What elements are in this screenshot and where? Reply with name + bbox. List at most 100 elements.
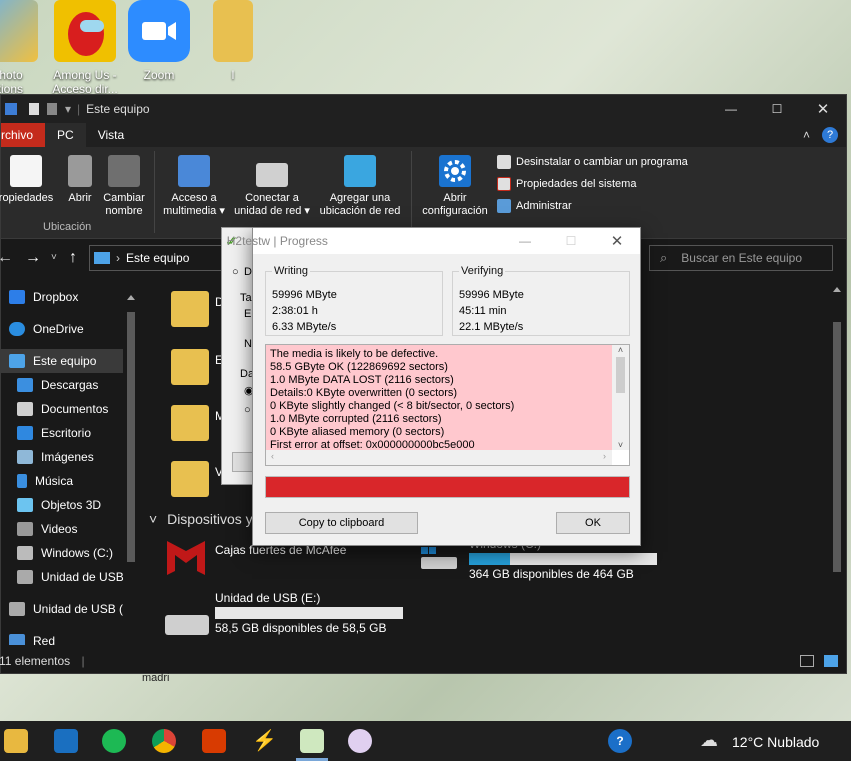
content-scroll-thumb[interactable] — [833, 322, 841, 572]
desktop-icon-zoom[interactable]: Zoom — [122, 0, 196, 82]
item-count: 11 elementos — [0, 654, 71, 668]
copy-to-clipboard-button[interactable]: Copy to clipboard — [265, 512, 418, 534]
windows-drive-usage-bar — [469, 553, 657, 565]
open-button[interactable]: Abrir — [63, 155, 97, 205]
desktop-icon-among-us[interactable]: Among Us - Acceso dir... — [48, 0, 122, 96]
window-title: Este equipo — [86, 102, 150, 116]
search-input[interactable]: ⌕ Buscar en Este equipo — [649, 245, 833, 271]
writing-panel: Writing 59996 MByte 2:38:01 h 6.33 MByte… — [265, 265, 443, 336]
collapse-ribbon-icon[interactable]: ˄ — [803, 128, 810, 142]
log-scroll-thumb[interactable] — [616, 357, 625, 393]
manage-button[interactable]: Administrar — [497, 199, 572, 213]
folder-videos-icon[interactable] — [171, 461, 209, 497]
chevron-down-icon: ˅ — [149, 511, 158, 527]
sidebar-scrollbar[interactable] — [123, 291, 139, 641]
sidebar-item-usb-e[interactable]: Unidad de USB (E: — [1, 597, 139, 621]
sidebar-item-documentos[interactable]: Documentos — [1, 397, 139, 421]
folder-descargas-icon[interactable] — [171, 291, 209, 327]
sidebar-item-musica[interactable]: Música — [1, 469, 139, 493]
help-tips-icon[interactable]: ? — [608, 729, 632, 753]
scroll-down-icon[interactable]: ˅ — [612, 440, 629, 450]
spotify-icon[interactable] — [102, 729, 126, 753]
tab-pc[interactable]: PC — [45, 123, 86, 147]
sidebar-scroll-thumb[interactable] — [127, 312, 135, 562]
system-properties-button[interactable]: Propiedades del sistema — [497, 177, 636, 191]
ribbon: ropiedades Abrir Cambiar nombre Acceso a… — [0, 147, 846, 239]
breadcrumb-chevron-icon: › — [116, 251, 120, 265]
cloud-weather-icon[interactable]: ☁ — [700, 730, 718, 751]
up-arrow-icon[interactable]: ↑ — [69, 249, 77, 267]
pictures-icon — [17, 450, 33, 464]
sidebar-item-escritorio[interactable]: Escritorio — [1, 421, 139, 445]
writing-time: 2:38:01 h — [272, 305, 318, 317]
chrome-icon[interactable] — [152, 729, 176, 753]
folder-escritorio-icon[interactable] — [171, 349, 209, 385]
scroll-right-icon[interactable]: › — [603, 451, 606, 461]
desktop-icon-photo[interactable]: Photo ations — [0, 0, 44, 96]
media-access-button[interactable]: Acceso a multimedia ▾ — [159, 155, 229, 218]
tab-vista[interactable]: Vista — [86, 123, 136, 147]
sidebar-item-objetos-3d[interactable]: Objetos 3D — [1, 493, 139, 517]
content-scrollbar[interactable] — [829, 281, 845, 645]
add-network-location-button[interactable]: Agregar una ubicación de red — [317, 155, 403, 218]
onedrive-icon — [9, 322, 25, 336]
desktop-icon-folder[interactable]: l — [196, 0, 270, 82]
close-icon[interactable]: ✕ — [594, 232, 640, 250]
large-icons-view-icon[interactable] — [824, 655, 838, 667]
devices-section-header[interactable]: ˅ Dispositivos y — [149, 511, 253, 527]
sidebar-item-usb-1[interactable]: Unidad de USB ( — [1, 565, 139, 589]
scroll-up-icon[interactable]: ˄ — [612, 345, 629, 355]
objects-3d-icon — [17, 498, 33, 512]
back-arrow-icon[interactable]: ← — [0, 249, 13, 267]
radio-button[interactable]: ○ — [232, 266, 239, 278]
lightning-app-icon[interactable]: ⚡ — [252, 729, 277, 753]
sidebar-item-videos[interactable]: Videos — [1, 517, 139, 541]
minimize-icon[interactable]: — — [708, 102, 754, 116]
radio-button[interactable]: ○ — [244, 404, 251, 416]
sidebar-item-windows-c[interactable]: Windows (C:) — [1, 541, 139, 565]
log-vertical-scrollbar[interactable]: ˄ ˅ — [612, 345, 629, 450]
sidebar-item-red[interactable]: Red — [1, 629, 139, 645]
usb-drive-icon — [17, 570, 33, 584]
file-explorer-taskbar-icon[interactable] — [4, 729, 28, 753]
rename-button[interactable]: Cambiar nombre — [99, 155, 149, 218]
result-log-text[interactable]: The media is likely to be defective. 58.… — [266, 345, 612, 450]
uninstall-program-button[interactable]: Desinstalar o cambiar un programa — [497, 155, 688, 169]
open-settings-button[interactable]: Abrir configuración — [417, 155, 493, 218]
folder-musica-icon[interactable] — [171, 405, 209, 441]
close-icon[interactable]: ✕ — [800, 100, 846, 118]
sidebar-item-este-equipo[interactable]: Este equipo — [1, 349, 139, 373]
maximize-icon[interactable]: ☐ — [754, 102, 800, 116]
office-icon[interactable] — [202, 729, 226, 753]
sidebar-item-dropbox[interactable]: Dropbox — [1, 285, 139, 309]
log-horizontal-scrollbar[interactable]: ‹ › — [266, 450, 612, 465]
dialog-title: H2testw | Progress — [226, 234, 328, 248]
properties-button[interactable]: ropiedades — [0, 155, 57, 205]
usb-drive-icon[interactable] — [165, 615, 209, 635]
mcafee-icon[interactable] — [163, 535, 209, 581]
sidebar-item-descargas[interactable]: Descargas — [1, 373, 139, 397]
forward-arrow-icon[interactable]: → — [25, 249, 41, 267]
maximize-icon[interactable]: ☐ — [548, 234, 594, 248]
new-folder-quick-icon[interactable] — [47, 103, 57, 115]
result-log[interactable]: The media is likely to be defective. 58.… — [265, 344, 630, 466]
network-location-icon — [344, 155, 376, 187]
mail-icon[interactable] — [54, 729, 78, 753]
h2testw-taskbar-icon[interactable] — [300, 729, 324, 753]
quick-access-dropdown-icon[interactable]: ▾ — [65, 102, 71, 116]
properties-icon — [10, 155, 42, 187]
properties-quick-icon[interactable] — [29, 103, 39, 115]
details-view-icon[interactable] — [800, 655, 814, 667]
tab-archivo[interactable]: rchivo — [1, 123, 46, 147]
paint-icon[interactable] — [348, 729, 372, 753]
help-icon[interactable]: ? — [822, 127, 838, 143]
map-network-drive-button[interactable]: Conectar a unidad de red ▾ — [229, 155, 315, 218]
pc-icon — [9, 354, 25, 368]
ok-button[interactable]: OK — [556, 512, 630, 534]
minimize-icon[interactable]: — — [502, 234, 548, 248]
scroll-left-icon[interactable]: ‹ — [271, 451, 274, 461]
sidebar-item-imagenes[interactable]: Imágenes — [1, 445, 139, 469]
recent-dropdown-icon[interactable]: ˅ — [51, 252, 57, 263]
sidebar-item-onedrive[interactable]: OneDrive — [1, 317, 139, 341]
weather-text[interactable]: 12°C Nublado — [732, 734, 819, 750]
